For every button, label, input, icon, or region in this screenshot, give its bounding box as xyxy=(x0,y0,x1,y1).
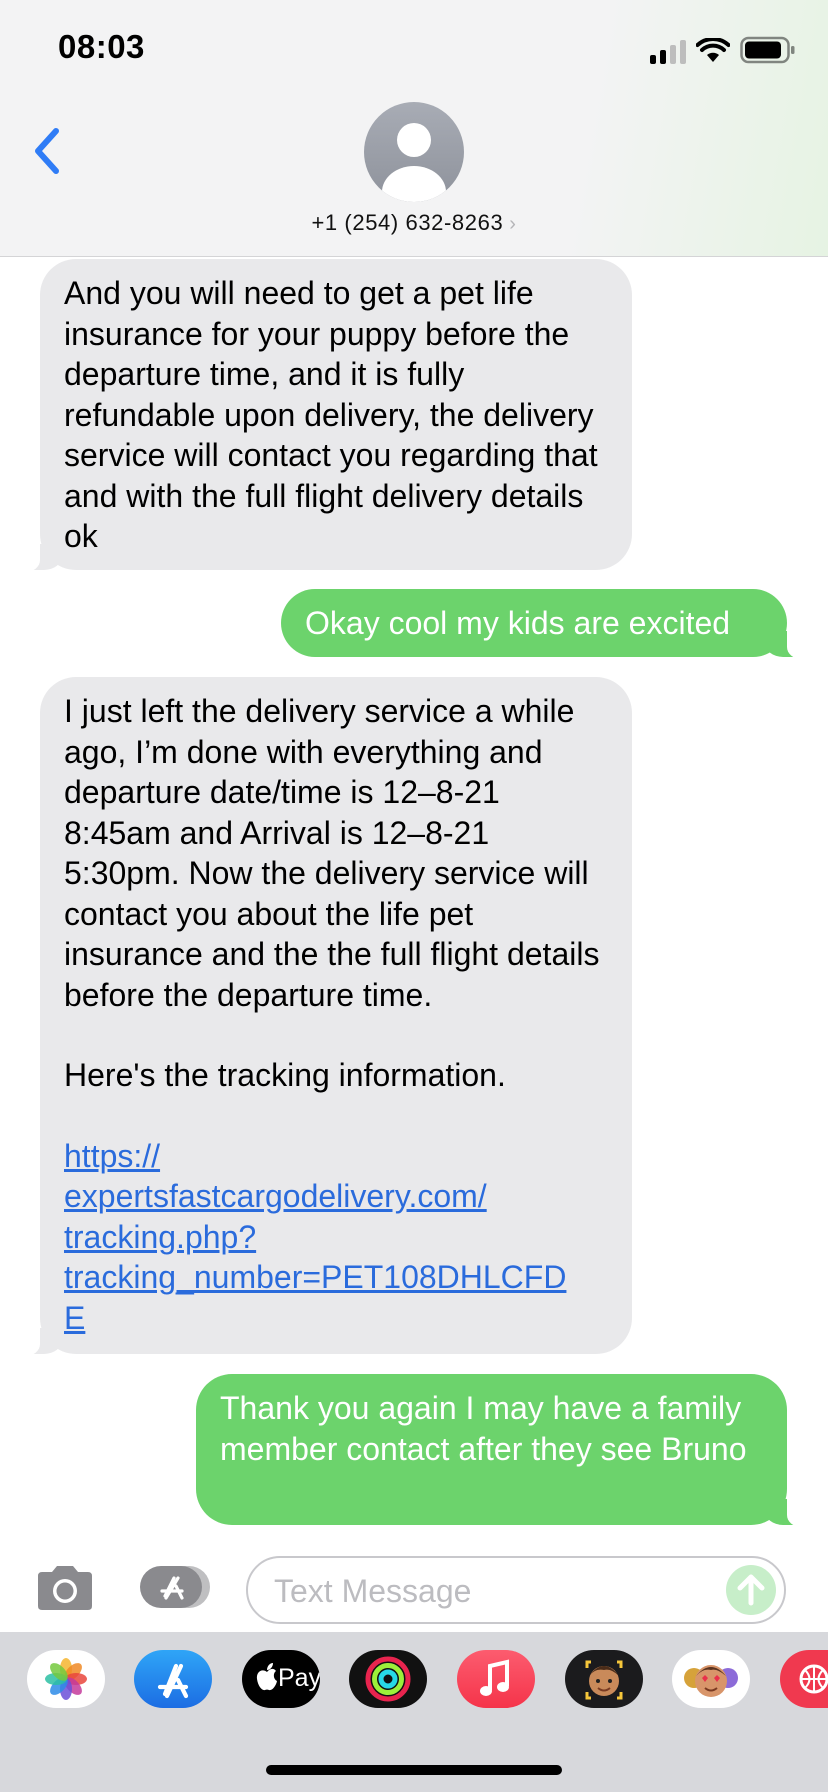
contact-name: +1 (254) 632-8263 xyxy=(311,210,504,235)
link-line[interactable]: tracking.php? xyxy=(64,1217,608,1258)
search-web-icon[interactable] xyxy=(780,1650,828,1708)
memoji-stickers-icon[interactable] xyxy=(672,1650,750,1708)
battery-icon xyxy=(740,36,796,64)
incoming-message[interactable]: I just left the delivery service a while… xyxy=(16,677,632,1356)
outgoing-message[interactable]: Okay cool my kids are excited xyxy=(281,589,811,659)
conversation-header: 08:03 +1 (254) 632-8263 › xyxy=(0,0,828,257)
apple-pay-label: Pay xyxy=(278,1664,320,1692)
link-line[interactable]: E xyxy=(64,1298,608,1339)
contact-name-row[interactable]: +1 (254) 632-8263 › xyxy=(0,210,828,236)
message-thread[interactable]: And you will need to get a pet life insu… xyxy=(0,257,828,1544)
apple-pay-icon[interactable]: Pay xyxy=(242,1650,320,1708)
contact-avatar[interactable] xyxy=(364,102,464,202)
contact-chevron-icon: › xyxy=(509,213,517,235)
message-text: I just left the delivery service a while… xyxy=(64,693,600,1013)
photos-icon[interactable] xyxy=(27,1650,105,1708)
person-silhouette-icon xyxy=(382,123,446,202)
memoji-icon[interactable] xyxy=(565,1650,643,1708)
incoming-message[interactable]: And you will need to get a pet life insu… xyxy=(16,259,632,572)
status-time: 08:03 xyxy=(58,28,145,65)
message-placeholder: Text Message xyxy=(274,1573,472,1609)
send-button[interactable] xyxy=(726,1565,776,1615)
wifi-icon xyxy=(696,38,730,64)
outgoing-message[interactable]: Thank you again I may have a family memb… xyxy=(196,1374,811,1527)
app-store-apps-icon[interactable] xyxy=(138,1564,214,1610)
tracking-link[interactable]: https:// expertsfastcargodelivery.com/ t… xyxy=(64,1136,608,1339)
link-line[interactable]: https:// xyxy=(64,1136,608,1177)
message-text: Here's the tracking information. xyxy=(64,1057,506,1093)
message-text: Okay cool my kids are excited xyxy=(305,605,731,641)
home-indicator[interactable] xyxy=(266,1765,562,1775)
activity-icon[interactable] xyxy=(349,1650,427,1708)
back-chevron-icon[interactable] xyxy=(30,126,64,176)
link-line[interactable]: expertsfastcargodelivery.com/ xyxy=(64,1176,608,1217)
music-icon[interactable] xyxy=(457,1650,535,1708)
cellular-signal-icon xyxy=(650,38,686,64)
status-icons xyxy=(650,36,796,64)
app-store-icon[interactable] xyxy=(134,1650,212,1708)
arrow-up-icon xyxy=(737,1574,765,1606)
message-text: Thank you again I may have a family memb… xyxy=(220,1390,747,1467)
message-text: And you will need to get a pet life insu… xyxy=(64,275,598,554)
message-text-field[interactable]: Text Message xyxy=(246,1556,786,1624)
link-line[interactable]: tracking_number=PET108DHLCFD xyxy=(64,1257,608,1298)
message-input-bar: Text Message xyxy=(0,1544,828,1632)
camera-icon[interactable] xyxy=(34,1564,96,1612)
